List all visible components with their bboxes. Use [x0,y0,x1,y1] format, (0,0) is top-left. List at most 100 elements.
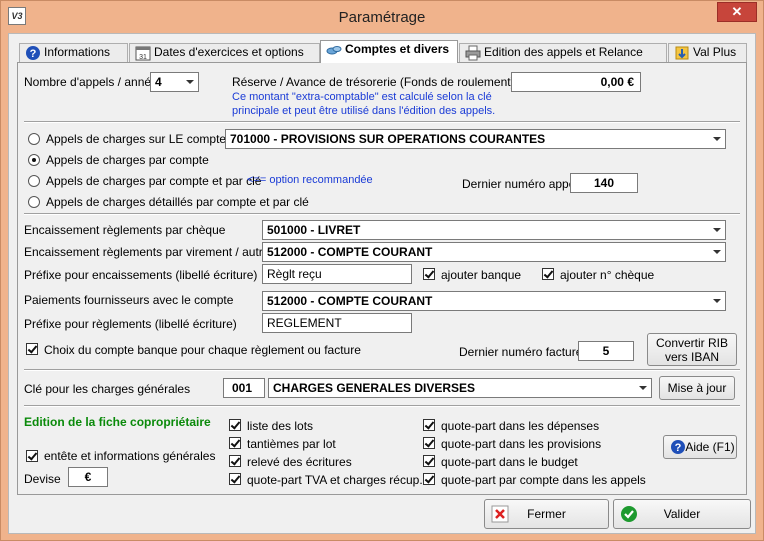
dernier-appel-input[interactable]: 140 [570,173,638,193]
tab-dates-exercices[interactable]: 31 Dates d'exercices et options [129,43,320,62]
help-icon: ? [26,46,40,60]
tab-panel-comptes-divers: Nombre d'appels / année 4 Réserve / Avan… [17,62,747,495]
tab-val-plus[interactable]: Val Plus [668,43,747,62]
chevron-down-icon [182,73,198,91]
fermer-button[interactable]: Fermer [484,499,609,529]
tab-strip: ? Informations 31 Dates d'exercices et o… [17,40,747,63]
quote-part-provisions-label: quote-part dans les provisions [441,437,602,451]
nb-appels-select[interactable]: 4 [150,72,199,92]
derniere-facture-input[interactable]: 5 [578,341,634,361]
le-compte-select[interactable]: 701000 - PROVISIONS SUR OPERATIONS COURA… [225,129,726,149]
ajouter-banque-label: ajouter banque [441,268,522,282]
prefixe-encaissements-label: Préfixe pour encaissements (libellé écri… [24,268,258,282]
reserve-note-line1: Ce montant "extra-comptable" est calculé… [232,91,492,103]
chevron-down-icon [709,292,725,310]
tab-label: Informations [44,45,111,59]
chevron-down-icon [635,379,651,397]
virement-label: Encaissement règlements par virement / a… [24,245,270,259]
tantiemes-checkbox[interactable] [229,437,241,449]
convertir-rib-line1: Convertir RIB [655,336,729,350]
quote-part-appels-checkbox[interactable] [423,473,435,485]
cle-code-input[interactable]: 001 [223,378,265,398]
fournisseurs-label: Paiements fournisseurs avec le compte [24,293,234,307]
cle-charges-label: Clé pour les charges générales [24,382,191,396]
quote-part-tva-checkbox[interactable] [229,473,241,485]
quote-part-depenses-checkbox[interactable] [423,419,435,431]
radio-par-compte-cle-label: Appels de charges par compte et par clé [46,174,262,188]
prefixe-encaissements-input[interactable]: Règlt reçu [262,264,412,284]
valider-button[interactable]: Valider [613,499,751,529]
radio-par-compte[interactable] [28,154,40,166]
le-compte-value: 701000 - PROVISIONS SUR OPERATIONS COURA… [230,132,546,146]
radio-le-compte[interactable] [28,133,40,145]
tab-label: Comptes et divers [345,42,450,56]
chevron-down-icon [709,130,725,148]
chevron-down-icon [709,243,725,261]
reserve-label: Réserve / Avance de trésorerie (Fonds de… [232,75,515,89]
tab-informations[interactable]: ? Informations [19,43,128,62]
radio-detailles[interactable] [28,196,40,208]
choix-banque-checkbox[interactable] [26,343,38,355]
releve-label: relevé des écritures [247,455,352,469]
divider [24,213,740,215]
fournisseurs-account-select[interactable]: 512000 - COMPTE COURANT [262,291,726,311]
quote-part-budget-label: quote-part dans le budget [441,455,578,469]
fournisseurs-account-value: 512000 - COMPTE COURANT [267,294,433,308]
cheque-account-select[interactable]: 501000 - LIVRET [262,220,726,240]
ajouter-banque-checkbox[interactable] [423,268,435,280]
cheque-label: Encaissement règlements par chèque [24,223,226,237]
tab-comptes-divers[interactable]: Comptes et divers [320,40,458,63]
releve-checkbox[interactable] [229,455,241,467]
divider [24,369,740,371]
printer-icon [465,45,481,61]
ajouter-cheque-checkbox[interactable] [542,268,554,280]
svg-text:?: ? [675,442,682,454]
liste-lots-label: liste des lots [247,419,314,433]
quote-part-appels-label: quote-part par compte dans les appels [441,473,646,487]
virement-account-select[interactable]: 512000 - COMPTE COURANT [262,242,726,262]
tab-label: Edition des appels et Relance [484,45,643,59]
quote-part-depenses-label: quote-part dans les dépenses [441,419,600,433]
cle-value: CHARGES GENERALES DIVERSES [273,381,476,395]
prefixe-reglements-input[interactable]: REGLEMENT [262,313,412,333]
quote-part-provisions-checkbox[interactable] [423,437,435,449]
divider [24,121,740,123]
aide-button[interactable]: ? Aide (F1) [663,435,737,459]
reserve-note-line2: principale et peut être utilisé dans l'é… [232,105,496,117]
prefixe-reglements-label: Préfixe pour règlements (libellé écritur… [24,317,237,331]
close-window-button[interactable]: ✕ [717,2,757,22]
help-icon: ? [671,440,685,454]
recommended-note: <== option recommandée [247,174,373,186]
tab-label: Val Plus [693,45,737,59]
tab-label: Dates d'exercices et options [154,45,304,59]
radio-par-compte-label: Appels de charges par compte [46,153,209,167]
choix-banque-label: Choix du compte banque pour chaque règle… [44,343,361,357]
calendar-icon: 31 [135,46,151,61]
window: V3 Paramétrage ✕ ? Informations 31 Dates… [0,0,764,541]
radio-par-compte-cle[interactable] [28,175,40,187]
accounts-icon [326,46,342,55]
fermer-label: Fermer [527,507,566,521]
aide-label: Aide (F1) [685,440,735,454]
title-bar[interactable]: V3 Paramétrage ✕ [1,1,763,33]
ajouter-cheque-label: ajouter n° chèque [560,268,655,282]
nb-appels-label: Nombre d'appels / année [24,75,158,89]
derniere-facture-label: Dernier numéro facture [459,345,583,359]
convertir-rib-button[interactable]: Convertir RIB vers IBAN [647,333,737,366]
dialog-client: ? Informations 31 Dates d'exercices et o… [8,33,756,534]
divider [24,405,740,407]
cle-select[interactable]: CHARGES GENERALES DIVERSES [268,378,652,398]
virement-account-value: 512000 - COMPTE COURANT [267,245,433,259]
entete-checkbox[interactable] [26,450,38,462]
tab-edition-appels[interactable]: Edition des appels et Relance [459,43,667,62]
quote-part-budget-checkbox[interactable] [423,455,435,467]
convertir-rib-line2: vers IBAN [664,350,719,364]
liste-lots-checkbox[interactable] [229,419,241,431]
dernier-appel-label: Dernier numéro appel [462,177,579,191]
quote-part-tva-label: quote-part TVA et charges récup. [247,473,423,487]
mise-a-jour-button[interactable]: Mise à jour [659,376,735,400]
reserve-input[interactable]: 0,00 € [511,72,641,92]
devise-input[interactable]: € [68,467,108,487]
devise-label: Devise [24,472,61,486]
radio-detailles-label: Appels de charges détaillés par compte e… [46,195,309,209]
